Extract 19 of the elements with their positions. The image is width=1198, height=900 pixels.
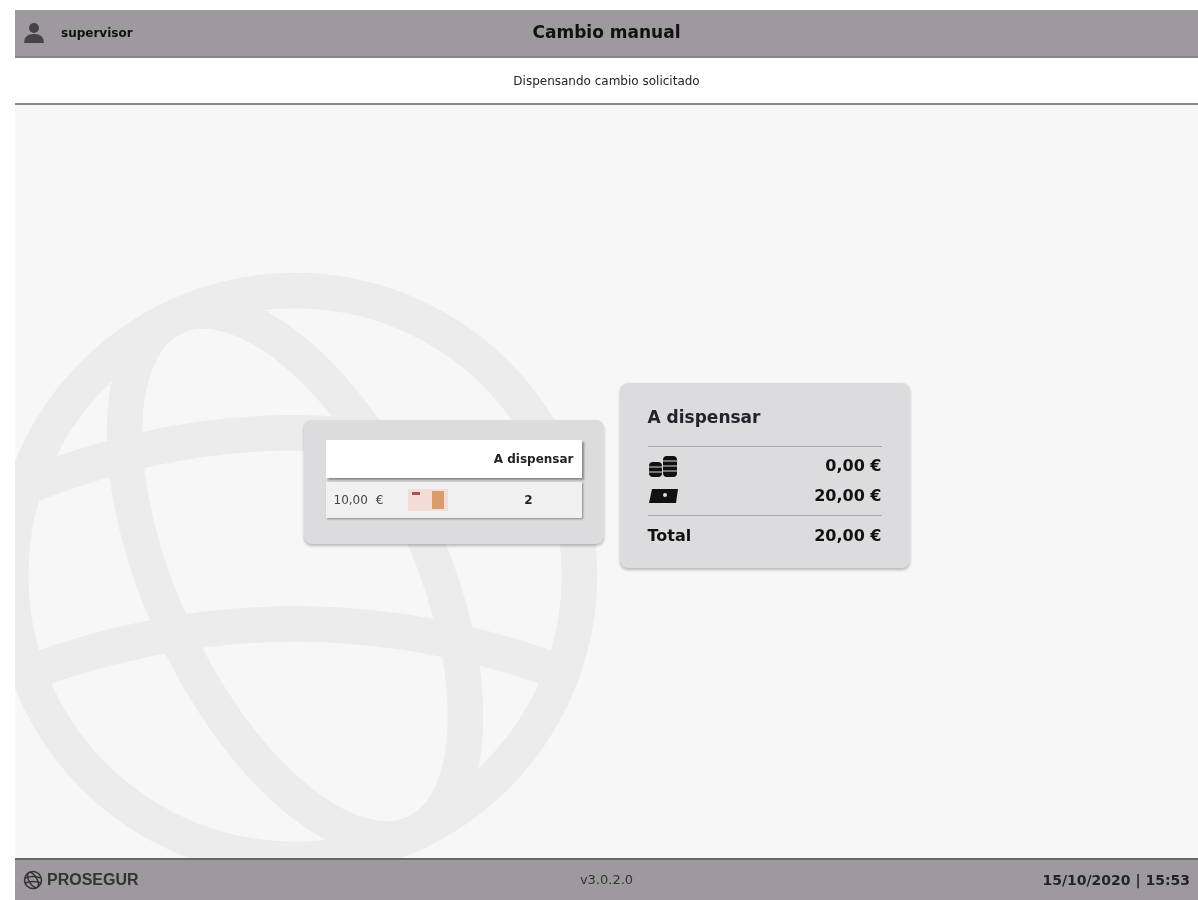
currency-symbol: € [375, 491, 384, 509]
coins-icon [647, 454, 680, 479]
amount-value: 0,00 € [825, 455, 882, 478]
amount-value: 20,00 € [814, 485, 882, 508]
brand-name: PROSEGUR [47, 870, 139, 890]
banknote-image [407, 487, 448, 512]
dispense-count: 2 [523, 491, 534, 509]
denomination-value: 10,00 [333, 491, 368, 509]
version-text: v3.0.2.0 [579, 871, 634, 890]
status-message: Dispensando cambio solicitado [513, 72, 700, 90]
globe-logo-icon [23, 870, 43, 890]
column-header: A dispensar [493, 450, 574, 468]
user-icon [23, 22, 45, 44]
screen-title: Cambio manual [532, 21, 681, 45]
user-name: supervisor [61, 25, 133, 42]
date-time: 15/10/2020 | 15:53 [1042, 870, 1190, 891]
summary-title: A dispensar [647, 405, 762, 429]
total-amount: 20,00 € [814, 525, 882, 548]
total-label: Total [647, 525, 692, 548]
